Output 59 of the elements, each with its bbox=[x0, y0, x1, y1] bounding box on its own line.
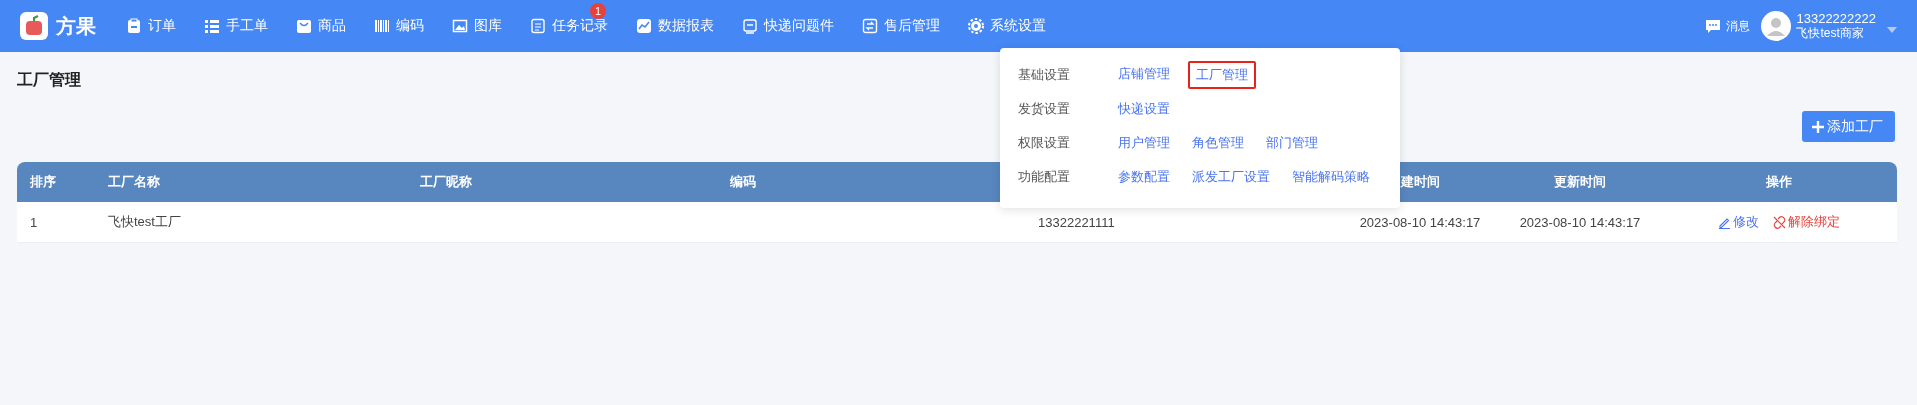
table-cell: 飞快test工厂 bbox=[108, 213, 181, 231]
nav-item[interactable]: 商品 bbox=[296, 17, 346, 35]
nav-item[interactable]: 快递问题件 bbox=[742, 17, 834, 35]
menu-link[interactable]: 参数配置 bbox=[1114, 164, 1174, 190]
doc-icon bbox=[530, 18, 546, 34]
list-icon bbox=[204, 18, 220, 34]
nav-item[interactable]: 编码 bbox=[374, 17, 424, 35]
caret-icon[interactable] bbox=[1887, 27, 1897, 33]
column-header: 工厂昵称 bbox=[420, 173, 472, 191]
menu-group-label: 权限设置 bbox=[1017, 134, 1071, 152]
menu-link[interactable]: 智能解码策略 bbox=[1288, 164, 1374, 190]
unbind-link[interactable]: 解除绑定 bbox=[1772, 213, 1840, 231]
column-header: 更新时间 bbox=[1554, 173, 1606, 191]
menu-link[interactable]: 角色管理 bbox=[1188, 130, 1248, 156]
table-cell: 1 bbox=[30, 214, 38, 230]
barcode-icon bbox=[374, 18, 390, 34]
image-icon bbox=[452, 18, 468, 34]
user-name: 飞快test商家 bbox=[1796, 26, 1865, 41]
gear-icon bbox=[968, 18, 984, 34]
column-header: 操作 bbox=[1765, 173, 1792, 191]
table-cell: 13322221111 bbox=[1038, 214, 1115, 230]
apple-logo-icon bbox=[20, 12, 48, 40]
column-header: 建时间 bbox=[1400, 173, 1440, 191]
menu-link[interactable]: 派发工厂设置 bbox=[1188, 164, 1274, 190]
nav-item[interactable]: 系统设置 bbox=[968, 17, 1046, 35]
menu-link[interactable]: 用户管理 bbox=[1114, 130, 1174, 156]
menu-link[interactable]: 工厂管理 bbox=[1188, 61, 1256, 89]
clipboard-icon bbox=[126, 18, 142, 34]
menu-link[interactable]: 店铺管理 bbox=[1114, 61, 1174, 89]
count-badge: 1 bbox=[590, 3, 606, 19]
user-phone: 13322222222 bbox=[1796, 11, 1876, 26]
nav-item[interactable]: 订单 bbox=[126, 17, 176, 35]
menu-link[interactable]: 部门管理 bbox=[1262, 130, 1322, 156]
table-cell: 2023-08-10 14:43:17 bbox=[1519, 214, 1641, 230]
nav-item[interactable]: 售后管理 bbox=[862, 17, 940, 35]
column-header: 排序 bbox=[30, 173, 56, 191]
menu-link[interactable]: 快递设置 bbox=[1114, 96, 1174, 122]
nav-item[interactable]: 任务记录 bbox=[530, 17, 608, 35]
broken-link-icon bbox=[1772, 215, 1786, 229]
avatar-icon[interactable] bbox=[1761, 11, 1792, 41]
bag-icon bbox=[296, 18, 312, 34]
menu-group-label: 基础设置 bbox=[1017, 66, 1071, 84]
refresh-icon bbox=[862, 18, 878, 34]
messages-link[interactable]: 消息 bbox=[1726, 17, 1751, 35]
chat-bubble-icon[interactable] bbox=[1705, 18, 1722, 34]
column-header: 工厂名称 bbox=[108, 173, 160, 191]
nav-item[interactable]: 图库 bbox=[452, 17, 502, 35]
nav-item[interactable]: 数据报表 bbox=[636, 17, 714, 35]
chart-icon bbox=[636, 18, 652, 34]
column-header: 编码 bbox=[730, 173, 756, 191]
add-factory-button[interactable]: 添加工厂 bbox=[1802, 111, 1895, 142]
page-title: 工厂管理 bbox=[17, 70, 81, 90]
nav-item[interactable]: 手工单 bbox=[204, 17, 268, 35]
edit-link[interactable]: 修改 bbox=[1717, 213, 1759, 231]
menu-group-label: 功能配置 bbox=[1017, 168, 1071, 186]
brand-name: 方果 bbox=[56, 13, 96, 39]
plus-icon bbox=[1812, 120, 1824, 133]
table-cell: 2023-08-10 14:43:17 bbox=[1359, 214, 1481, 230]
menu-group-label: 发货设置 bbox=[1017, 100, 1071, 118]
